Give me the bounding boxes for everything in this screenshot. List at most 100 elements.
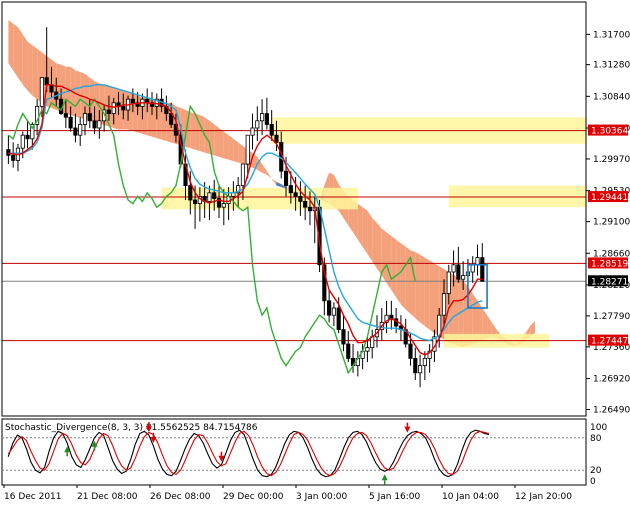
candle-body [255,120,260,129]
cloud-segment [424,257,430,330]
candle-body [121,106,126,111]
candle-body [193,199,198,204]
stochastic-tick-label: 0 [590,477,596,487]
time-tick-label: 3 Jan 00:00 [296,492,348,502]
cloud-segment [128,92,133,131]
candle-body [327,300,332,316]
time-tick-label: 10 Jan 04:00 [442,492,499,502]
cloud-segment [233,138,239,163]
candle-body [293,192,298,197]
candle-body [422,357,427,366]
price-label-text: 1.27447 [591,337,628,347]
candle-body [417,365,423,374]
cloud-segment [228,135,234,162]
candle-body [307,206,313,212]
cloud-segment [429,260,435,334]
candle-body [39,77,44,107]
candle-body [346,343,351,359]
candle-body [78,124,83,136]
support-resistance-zone [448,185,586,208]
cloud-segment [13,23,18,78]
trading-chart: Stochastic_Divergence(8, 3, 3) 81.556252… [0,0,630,507]
candle-body [331,307,336,316]
candle-body [461,275,466,280]
time-tick-label: 21 Dec 08:00 [77,492,138,502]
candle-body [188,185,193,201]
price-tick-label: 1.30840 [593,92,630,102]
candle-body [274,134,279,143]
price-tick-label: 1.31700 [593,30,630,40]
candle-body [413,357,418,374]
candle-body [87,113,92,122]
candle-body [269,124,274,136]
candle-body [264,113,269,125]
candle-body [25,134,30,140]
cloud-segment [219,128,224,159]
price-tick-label: 1.29970 [593,155,630,165]
candle-body [441,293,447,316]
candle-body [475,257,480,266]
cloud-segment [357,203,363,247]
price-tick-label: 1.27790 [593,312,630,322]
time-tick-label: 16 Dec 2011 [4,492,62,502]
candle-body [106,109,111,114]
cloud-segment [405,246,411,314]
candle-body [341,329,346,345]
cloud-segment [223,131,229,160]
candle-body [221,203,226,208]
candle-body [11,154,16,161]
candle-body [207,192,212,202]
cloud-segment [372,218,377,269]
stochastic-title: Stochastic_Divergence(8, 3, 3) 81.556252… [5,423,258,433]
candle-body [68,116,73,129]
candle-body [446,271,451,295]
candle-body [6,149,11,156]
candle-body [456,264,461,280]
cloud-segment [362,207,368,254]
time-tick-label: 26 Dec 08:00 [150,492,211,502]
candle-body [212,192,217,199]
cloud-segment [376,223,382,276]
price-label-text: 1.30364 [591,127,628,137]
candle-body [245,134,250,165]
cloud-segment [214,124,220,157]
candle-body [44,77,49,86]
cloud-segment [32,45,38,100]
candle-body [97,120,102,129]
candle-body [298,195,303,202]
candle-body [303,201,308,208]
stochastic-tick-label: 100 [590,423,607,433]
cloud-segment [238,142,243,164]
price-tick-label: 1.29100 [593,218,630,228]
cloud-segment [27,41,33,96]
cloud-segment [17,27,23,85]
time-tick-label: 29 Dec 00:00 [223,492,284,502]
stochastic-tick-label: 80 [590,434,602,444]
candle-body [250,127,255,136]
cloud-segment [391,236,397,298]
candle-body [92,120,97,129]
candle-body [82,113,88,125]
price-label-text: 1.28271 [591,277,628,287]
candle-body [240,163,246,187]
price-tick-label: 1.31280 [593,61,630,71]
candle-body [63,113,68,118]
candle-body [111,102,116,115]
candle-body [480,257,485,282]
time-tick-label: 5 Jan 16:00 [369,492,421,502]
cloud-segment [400,243,406,310]
cloud-segment [367,210,373,262]
price-tick-label: 1.26920 [593,375,630,385]
price-label-text: 1.29441 [591,193,628,203]
candle-body [283,170,289,186]
candle-body [288,185,293,194]
cloud-segment [8,20,14,71]
cloud-segment [415,251,421,323]
candle-body [260,113,265,122]
candle-body [130,98,135,104]
cloud-segment [22,34,28,91]
candle-body [20,134,25,149]
candle-body [73,127,78,136]
candle-body [336,307,341,331]
time-tick-label: 12 Jan 20:00 [515,492,572,502]
